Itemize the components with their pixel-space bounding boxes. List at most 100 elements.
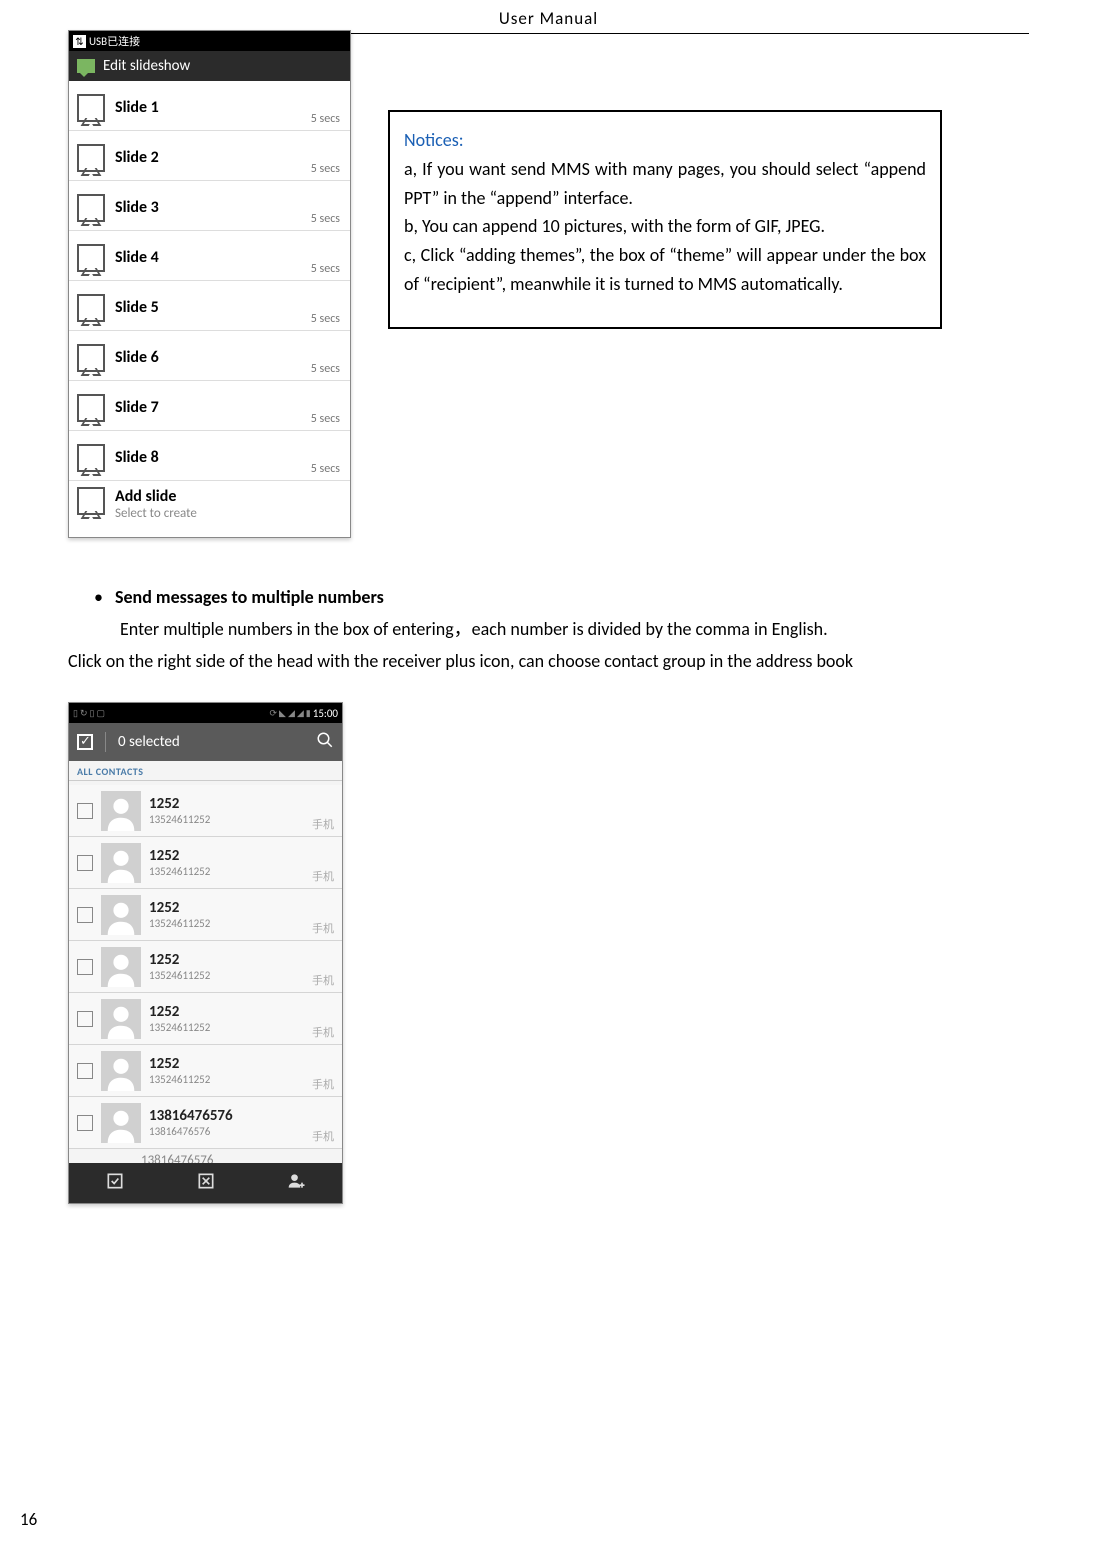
contact-name: 1252 [149,847,304,865]
contact-number: 13524611252 [149,1021,304,1034]
slide-row[interactable]: Slide 65 secs [69,331,350,381]
avatar [101,1051,141,1091]
contact-number: 13524611252 [149,917,304,930]
contact-type: 手机 [312,816,334,832]
contact-number: 13524611252 [149,813,304,826]
partial-row: 13816476576 [69,1149,342,1163]
slide-duration: 5 secs [311,212,340,226]
slide-icon [77,144,105,172]
status-icon: ↻ [80,708,88,719]
bullet-icon: • [94,584,103,612]
slide-duration: 5 secs [311,312,340,326]
add-slide-row[interactable]: Add slide Select to create [69,481,350,537]
select-all-icon[interactable] [105,1171,125,1196]
slide-duration: 5 secs [311,462,340,476]
section-label: ALL CONTACTS [69,761,342,780]
slide-row[interactable]: Slide 7 5 secs [69,381,350,431]
contact-number: 13524611252 [149,969,304,982]
slide-icon [77,394,105,422]
slide-icon [77,194,105,222]
selected-count: 0 selected [118,733,180,751]
contact-type: 手机 [312,972,334,988]
battery-icon: ▮ [306,708,311,719]
contact-row[interactable]: 125213524611252 手机 [69,941,342,993]
checkbox[interactable] [77,803,93,819]
slide-label: Slide 6 [115,348,159,367]
deselect-icon[interactable] [196,1171,216,1196]
notice-c: c, Click “adding themes”, the box of “th… [404,241,926,299]
status-bar-2: ▯ ↻ ▯ ▢ ⟳ ◣ ◢ ◢ ▮ 15:00 [69,703,342,723]
contact-row[interactable]: 125213524611252手机 [69,785,342,837]
status-icon: ▯ [73,708,78,719]
slide-duration: 5 secs [311,112,340,126]
checkbox[interactable] [77,959,93,975]
contact-number: 13524611252 [149,865,304,878]
avatar [101,895,141,935]
slide-icon [77,294,105,322]
wifi-icon: ◣ [279,708,286,719]
notices-box: Notices: a, If you want send MMS with ma… [388,110,942,329]
checkbox[interactable] [77,1115,93,1131]
status-bar: ⇅ USB已连接 [69,31,350,51]
contact-type: 手机 [312,1076,334,1092]
usb-icon: ⇅ [73,35,86,48]
slide-icon [77,444,105,472]
contact-name: 1252 [149,1055,304,1073]
add-contact-icon[interactable] [287,1171,307,1196]
slide-row[interactable]: Slide 5 5 secs [69,281,350,331]
clock: 15:00 [313,707,338,720]
slide-label: Slide 1 [115,98,159,117]
slideshow-screenshot: ⇅ USB已连接 Edit slideshow Slide 15 secsSli… [68,30,351,538]
app-title-bar: Edit slideshow [69,51,350,81]
checkbox[interactable] [77,1011,93,1027]
slide-icon [77,344,105,372]
contact-name: 13816476576 [149,1107,304,1125]
checkbox[interactable] [77,855,93,871]
bottom-bar [69,1163,342,1203]
avatar [101,947,141,987]
slide-duration: 5 secs [311,412,340,426]
status-icon: ▯ [90,708,95,719]
slide-label: Slide 8 [115,448,159,467]
body-text: • Send messages to multiple numbers Ente… [68,584,1029,676]
slide-label: Slide 7 [115,398,159,417]
contact-row[interactable]: 125213524611252 手机 [69,993,342,1045]
avatar [101,791,141,831]
slide-label: Slide 5 [115,298,159,317]
status-icon: ▢ [96,708,105,719]
avatar [101,1103,141,1143]
contact-number: 13524611252 [149,1073,304,1086]
contact-row[interactable]: 125213524611252手机 [69,889,342,941]
contacts-screenshot: ▯ ↻ ▯ ▢ ⟳ ◣ ◢ ◢ ▮ 15:00 0 selected ALL C… [68,702,343,1204]
sync-icon: ⟳ [269,708,277,719]
contact-name: 1252 [149,951,304,969]
contact-type: 手机 [312,1024,334,1040]
contact-number: 13816476576 [149,1125,304,1138]
slide-row[interactable]: Slide 4 5 secs [69,231,350,281]
page-number: 16 [20,1509,37,1530]
slide-row[interactable]: Slide 8 5 secs [69,431,350,481]
contact-name: 1252 [149,1003,304,1021]
contact-row[interactable]: 1381647657613816476576手机 [69,1097,342,1149]
done-icon[interactable] [77,734,93,750]
status-text: USB已连接 [89,33,140,49]
add-slide-label: Add slide [115,487,197,506]
contact-row[interactable]: 125213524611252 手机 [69,837,342,889]
slide-icon [77,487,105,515]
contact-row[interactable]: 125213524611252 手机 [69,1045,342,1097]
contact-type: 手机 [312,868,334,884]
notice-b: b, You can append 10 pictures, with the … [404,212,926,241]
bullet-title: Send messages to multiple numbers [115,584,384,612]
add-slide-sub: Select to create [115,506,197,521]
divider [69,780,342,781]
slide-label: Slide 2 [115,148,159,167]
slide-row[interactable]: Slide 1 5 secs [69,81,350,131]
slide-row[interactable]: Slide 25 secs [69,131,350,181]
checkbox[interactable] [77,907,93,923]
search-icon[interactable] [316,731,334,754]
slide-duration: 5 secs [311,262,340,276]
checkbox[interactable] [77,1063,93,1079]
slide-row[interactable]: Slide 35 secs [69,181,350,231]
notices-title: Notices: [404,126,926,155]
slide-label: Slide 4 [115,248,159,267]
